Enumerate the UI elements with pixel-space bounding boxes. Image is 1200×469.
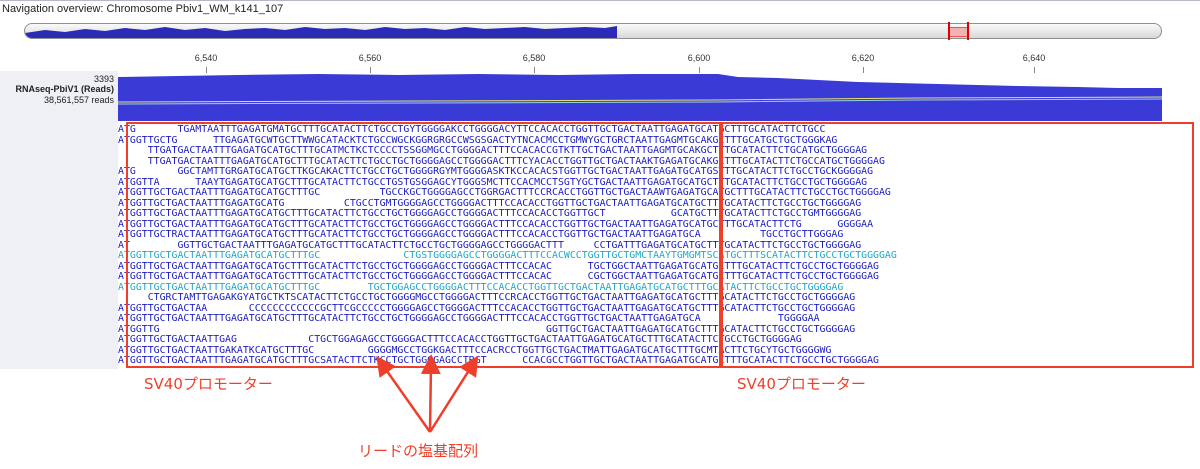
- annotation-arrows: [376, 354, 479, 433]
- annotation-arrow: [376, 355, 432, 433]
- annotation-arrow: [428, 355, 479, 433]
- annotation-arrow: [420, 354, 441, 433]
